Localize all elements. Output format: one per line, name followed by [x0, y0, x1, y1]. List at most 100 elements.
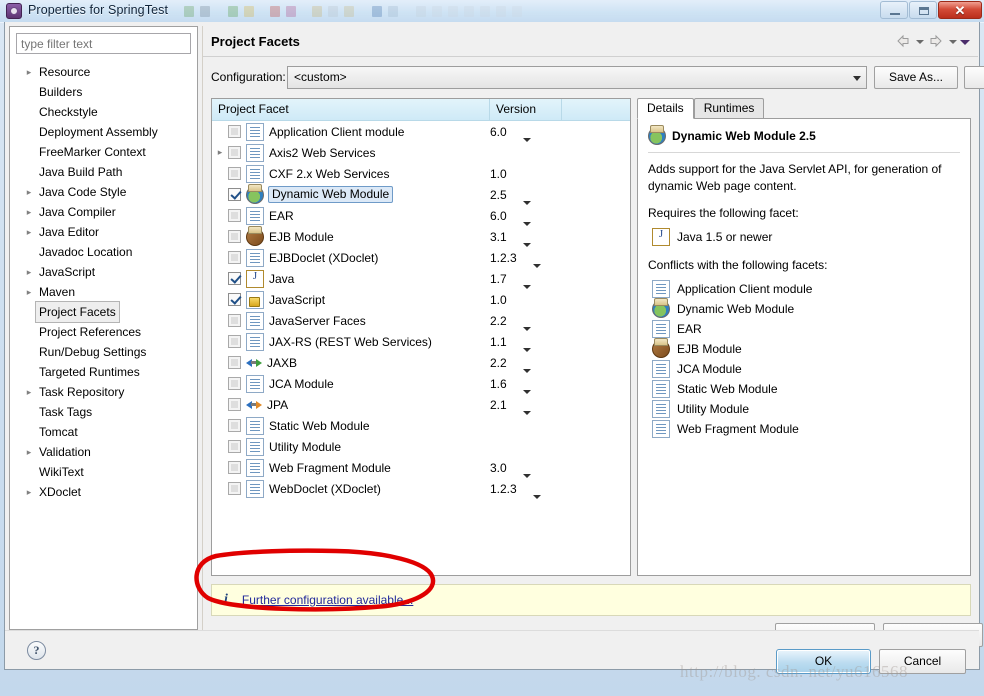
facet-checkbox[interactable] [228, 335, 241, 348]
facet-version-cell[interactable]: 6.0 [490, 209, 562, 226]
facet-version-cell[interactable]: 1.2.3 [490, 251, 562, 268]
table-row[interactable]: ▸ Java 1.7 [212, 268, 630, 289]
forward-dropdown-icon[interactable] [948, 32, 957, 50]
facet-checkbox[interactable] [228, 188, 241, 201]
table-row[interactable]: ▸ EJB Module 3.1 [212, 225, 630, 247]
facet-checkbox[interactable] [228, 419, 241, 432]
sidebar-item-tomcat[interactable]: ▸Tomcat [10, 422, 197, 442]
facet-version-cell[interactable]: 1.7 [490, 272, 562, 289]
sidebar-item-project-references[interactable]: ▸Project References [10, 322, 197, 342]
expand-triangle-icon[interactable]: ▸ [22, 202, 36, 222]
table-row[interactable]: ▸ JPA 2.1 [212, 394, 630, 415]
facet-checkbox[interactable] [228, 440, 241, 453]
facet-version-cell[interactable]: 3.1 [490, 230, 562, 247]
column-header-version[interactable]: Version [490, 99, 562, 121]
maximize-button[interactable] [909, 1, 937, 19]
facet-checkbox[interactable] [228, 209, 241, 222]
close-button[interactable]: ✕ [938, 1, 982, 19]
expand-triangle-icon[interactable]: ▸ [22, 262, 36, 282]
table-row[interactable]: ▸ Web Fragment Module 3.0 [212, 457, 630, 478]
table-row[interactable]: ▸ Application Client module 6.0 [212, 121, 630, 142]
expand-triangle-icon[interactable]: ▸ [22, 382, 36, 402]
sidebar-item-task-repository[interactable]: ▸ Task Repository [10, 382, 197, 402]
delete-button[interactable]: Delete [964, 66, 984, 89]
table-row[interactable]: ▸ JAX-RS (REST Web Services) 1.1 [212, 331, 630, 352]
table-row[interactable]: ▸ EAR 6.0 [212, 205, 630, 226]
facet-checkbox[interactable] [228, 230, 241, 243]
minimize-button[interactable] [880, 1, 908, 19]
expand-triangle-icon[interactable]: ▸ [212, 147, 228, 158]
sidebar-item-javascript[interactable]: ▸ JavaScript [10, 262, 197, 282]
facet-version-cell[interactable]: 2.2 [490, 356, 562, 373]
further-configuration-link[interactable]: Further configuration available... [242, 593, 413, 607]
facet-version-cell[interactable]: 3.0 [490, 461, 562, 478]
sidebar-item-wikitext[interactable]: ▸WikiText [10, 462, 197, 482]
back-dropdown-icon[interactable] [915, 32, 924, 50]
facet-version-cell[interactable]: 1.6 [490, 377, 562, 394]
sidebar-item-builders[interactable]: ▸Builders [10, 82, 197, 102]
expand-triangle-icon[interactable]: ▸ [22, 282, 36, 302]
expand-triangle-icon[interactable]: ▸ [22, 442, 36, 462]
facet-checkbox[interactable] [228, 482, 241, 495]
expand-triangle-icon[interactable]: ▸ [22, 62, 36, 82]
expand-triangle-icon[interactable]: ▸ [22, 182, 36, 202]
sidebar-item-java-compiler[interactable]: ▸ Java Compiler [10, 202, 197, 222]
facet-version-cell[interactable]: 2.5 [490, 188, 562, 205]
table-row[interactable]: ▸ JAXB 2.2 [212, 352, 630, 373]
forward-arrow-icon[interactable] [927, 32, 945, 50]
search-input[interactable] [16, 33, 191, 54]
column-header-blank[interactable] [562, 99, 630, 121]
facet-version-cell[interactable]: 2.2 [490, 314, 562, 331]
sidebar-item-maven[interactable]: ▸ Maven [10, 282, 197, 302]
sidebar-item-xdoclet[interactable]: ▸ XDoclet [10, 482, 197, 502]
page-menu-chevron-down-icon[interactable] [960, 32, 970, 50]
expand-triangle-icon[interactable]: ▸ [22, 222, 36, 242]
sidebar-item-targeted-runtimes[interactable]: ▸Targeted Runtimes [10, 362, 197, 382]
table-row[interactable]: ▸ EJBDoclet (XDoclet) 1.2.3 [212, 247, 630, 268]
table-row[interactable]: ▸ JavaScript 1.0 [212, 289, 630, 310]
help-button[interactable]: ? [27, 641, 46, 660]
table-row[interactable]: ▸ JavaServer Faces 2.2 [212, 310, 630, 331]
facet-checkbox[interactable] [228, 461, 241, 474]
facet-checkbox[interactable] [228, 293, 241, 306]
sidebar-item-run-debug-settings[interactable]: ▸Run/Debug Settings [10, 342, 197, 362]
facet-version-cell[interactable]: 6.0 [490, 125, 562, 142]
sidebar-item-java-build-path[interactable]: ▸Java Build Path [10, 162, 197, 182]
sidebar-item-checkstyle[interactable]: ▸Checkstyle [10, 102, 197, 122]
back-arrow-icon[interactable] [894, 32, 912, 50]
facet-checkbox[interactable] [228, 146, 241, 159]
facet-checkbox[interactable] [228, 314, 241, 327]
table-row[interactable]: ▸ Static Web Module [212, 415, 630, 436]
facet-version-cell[interactable]: 1.1 [490, 335, 562, 352]
sidebar-item-javadoc-location[interactable]: ▸Javadoc Location [10, 242, 197, 262]
facet-checkbox[interactable] [228, 377, 241, 390]
sidebar-item-project-facets[interactable]: ▸Project Facets [10, 301, 197, 323]
facet-checkbox[interactable] [228, 272, 241, 285]
save-as-button[interactable]: Save As... [874, 66, 958, 89]
configuration-select[interactable]: <custom> [287, 66, 867, 89]
expand-triangle-icon[interactable]: ▸ [22, 482, 36, 502]
sidebar-item-freemarker-context[interactable]: ▸FreeMarker Context [10, 142, 197, 162]
facet-checkbox[interactable] [228, 356, 241, 369]
facet-checkbox[interactable] [228, 251, 241, 264]
table-row[interactable]: ▸ JCA Module 1.6 [212, 373, 630, 394]
table-row[interactable]: ▸ CXF 2.x Web Services 1.0 [212, 163, 630, 184]
facet-checkbox[interactable] [228, 167, 241, 180]
tab-details[interactable]: Details [637, 98, 694, 119]
facet-version-cell[interactable]: 1.2.3 [490, 482, 562, 499]
table-row[interactable]: ▸ Axis2 Web Services [212, 142, 630, 163]
sidebar-item-java-code-style[interactable]: ▸ Java Code Style [10, 182, 197, 202]
column-header-facet[interactable]: Project Facet [212, 99, 490, 121]
sidebar-item-java-editor[interactable]: ▸ Java Editor [10, 222, 197, 242]
facet-checkbox[interactable] [228, 398, 241, 411]
table-row[interactable]: ▸ Dynamic Web Module 2.5 [212, 183, 630, 205]
facet-version-cell[interactable]: 2.1 [490, 398, 562, 415]
sidebar-item-deployment-assembly[interactable]: ▸Deployment Assembly [10, 122, 197, 142]
sidebar-item-task-tags[interactable]: ▸Task Tags [10, 402, 197, 422]
table-row[interactable]: ▸ WebDoclet (XDoclet) 1.2.3 [212, 478, 630, 499]
facet-checkbox[interactable] [228, 125, 241, 138]
table-row[interactable]: ▸ Utility Module [212, 436, 630, 457]
tab-runtimes[interactable]: Runtimes [693, 98, 765, 119]
sidebar-item-resource[interactable]: ▸ Resource [10, 62, 197, 82]
sidebar-item-validation[interactable]: ▸ Validation [10, 442, 197, 462]
